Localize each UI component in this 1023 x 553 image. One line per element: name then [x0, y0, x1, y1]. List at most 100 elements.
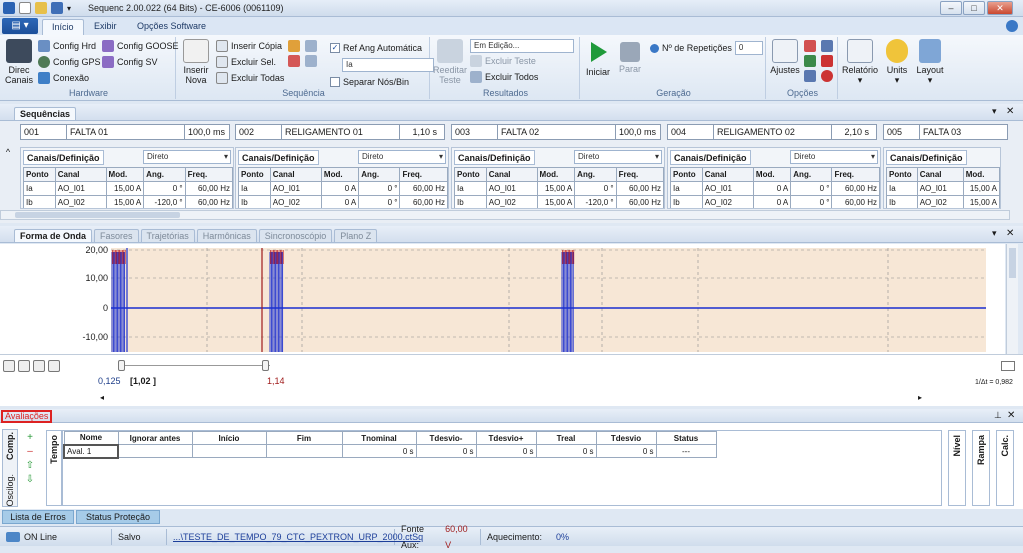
remove-icon[interactable]: – — [24, 445, 36, 459]
aval-cell[interactable] — [191, 444, 267, 458]
move-up-arrow-icon[interactable]: ⇧ — [24, 459, 36, 473]
repeticoes-spinner[interactable]: 0 — [734, 41, 763, 55]
tab-sequencias[interactable]: Sequências — [14, 107, 77, 120]
table-cell[interactable]: 0 A — [320, 181, 360, 196]
aval-cell[interactable]: --- — [655, 444, 717, 458]
sequence-item[interactable]: 003 FALTA 02 100,0 ms — [451, 124, 661, 140]
scroll-thumb[interactable] — [15, 212, 180, 218]
table-cell[interactable]: AO_I01 — [485, 181, 538, 196]
tab-view-3[interactable]: Harmônicas — [196, 229, 257, 242]
excluir-teste-button[interactable]: Excluir Teste — [470, 53, 574, 69]
ref-ang-select[interactable]: Ia — [342, 58, 434, 72]
file-menu-button[interactable]: ▤ ▾ — [2, 18, 38, 34]
tab-exibir[interactable]: Exibir — [85, 19, 126, 35]
tab-canais-definicao[interactable]: Canais/Definição — [670, 149, 751, 165]
table-cell[interactable]: 15,00 A — [536, 195, 576, 208]
relatorio-button[interactable]: Relatório ▾ — [842, 39, 878, 85]
minimize-button[interactable]: – — [940, 1, 962, 15]
sequence-item[interactable]: 005 FALTA 03 — [883, 124, 1008, 140]
pin-icon[interactable]: ⊥ — [994, 410, 1002, 421]
move-down-icon[interactable] — [305, 40, 317, 52]
tab-lista-de-erros[interactable]: Lista de Erros — [2, 510, 74, 524]
tab-comp[interactable]: Comp. — [5, 432, 15, 460]
move-up-icon[interactable] — [288, 40, 300, 52]
excluir-todos-button[interactable]: Excluir Todos — [470, 69, 574, 85]
table-cell[interactable]: Ib — [23, 195, 56, 208]
direc-canais-button[interactable]: Direc Canais — [4, 39, 34, 85]
move-down-arrow-icon[interactable]: ⇩ — [24, 473, 36, 487]
table-cell[interactable]: AO_I01 — [54, 181, 107, 196]
avaliacoes-title[interactable]: Avaliações — [1, 410, 53, 423]
mode-select[interactable]: Direto ▾ — [790, 150, 878, 164]
table-cell[interactable]: 15,00 A — [105, 195, 145, 208]
aval-cell[interactable]: 0 s — [475, 444, 537, 458]
view-dropdown-icon[interactable]: ▾ — [992, 228, 997, 239]
table-cell[interactable]: 60,00 Hz — [399, 195, 448, 208]
panel-dropdown-icon[interactable]: ▾ — [992, 106, 997, 117]
table-cell[interactable]: 60,00 Hz — [184, 195, 233, 208]
table-cell[interactable]: Ia — [238, 181, 271, 196]
status-select[interactable]: Em Edição... — [470, 39, 574, 53]
customize-toolbar-icon[interactable]: ▾ — [67, 4, 71, 13]
add-icon[interactable]: + — [24, 431, 36, 445]
table-cell[interactable]: 0 A — [752, 181, 792, 196]
table-cell[interactable]: Ia — [886, 181, 918, 196]
aval-cell[interactable]: 0 s — [535, 444, 597, 458]
tool-icon[interactable] — [821, 55, 833, 67]
table-cell[interactable]: Ib — [886, 195, 918, 208]
sequence-item[interactable]: 002 RELIGAMENTO 01 1,10 s — [235, 124, 445, 140]
zoom-h-icon[interactable] — [18, 360, 30, 372]
table-cell[interactable]: 0 ° — [358, 195, 401, 208]
cursor-2-handle[interactable] — [262, 360, 269, 371]
table-cell[interactable]: Ia — [670, 181, 703, 196]
tab-view-4[interactable]: Sincronoscópio — [258, 229, 333, 242]
mode-select[interactable]: Direto ▾ — [574, 150, 662, 164]
tab-oscilog[interactable]: Oscilog. — [5, 474, 15, 507]
sequencias-hscrollbar[interactable] — [0, 210, 1010, 220]
avaliacoes-close-icon[interactable]: ✕ — [1007, 410, 1015, 421]
inserir-copia-button[interactable]: Inserir Cópia — [216, 38, 284, 54]
signal-icon[interactable] — [821, 40, 833, 52]
tab-view-0[interactable]: Forma de Onda — [14, 229, 93, 242]
help-icon[interactable] — [1006, 20, 1018, 32]
zoom-fit-icon[interactable] — [3, 360, 15, 372]
view-close-icon[interactable]: ✕ — [1006, 228, 1014, 239]
inserir-nova-button[interactable]: Inserir Nova — [180, 39, 212, 85]
table-cell[interactable]: AO_I02 — [54, 195, 107, 208]
table-cell[interactable]: 0 ° — [790, 181, 833, 196]
ref-ang-checkbox[interactable]: ✓ Ref Ang Automática — [330, 40, 434, 56]
table-cell[interactable]: Ib — [454, 195, 487, 208]
vscroll-thumb[interactable] — [1009, 248, 1016, 278]
waveform-vscrollbar[interactable] — [1006, 244, 1018, 354]
table-cell[interactable]: -120,0 ° — [143, 195, 186, 208]
table-cell[interactable]: AO_I02 — [269, 195, 322, 208]
table-cell[interactable]: 60,00 Hz — [615, 195, 664, 208]
table-cell[interactable]: AO_I02 — [485, 195, 538, 208]
table-cell[interactable]: AO_I01 — [916, 181, 964, 196]
excluir-todas-button[interactable]: Excluir Todas — [216, 70, 284, 86]
table-cell[interactable]: 60,00 Hz — [831, 195, 880, 208]
conexao-button[interactable]: Conexão — [38, 70, 101, 86]
table-cell[interactable]: AO_I02 — [701, 195, 754, 208]
table-cell[interactable]: Ib — [238, 195, 271, 208]
tab-status-protecao[interactable]: Status Proteção — [76, 510, 160, 524]
ajustes-button[interactable]: Ajustes — [770, 39, 800, 75]
config-hrd-button[interactable]: Config Hrd — [38, 38, 101, 54]
scroll-left-icon[interactable]: ◂ — [100, 393, 104, 402]
scroll-up-icon[interactable]: ^ — [2, 147, 14, 209]
config-sv-button[interactable]: Config SV — [102, 54, 179, 70]
record-icon[interactable] — [821, 70, 833, 82]
table-cell[interactable]: 60,00 Hz — [615, 181, 664, 196]
tab-canais-definicao[interactable]: Canais/Definição — [454, 149, 535, 165]
new-file-icon[interactable] — [19, 2, 31, 14]
config-goose-button[interactable]: Config GOOSE — [102, 38, 179, 54]
table-cell[interactable]: 15,00 A — [962, 195, 1000, 208]
export-icon[interactable] — [305, 55, 317, 67]
tab-inicio[interactable]: Início — [42, 19, 84, 35]
table-cell[interactable]: 0 ° — [574, 181, 617, 196]
tab-view-2[interactable]: Trajetórias — [140, 229, 195, 242]
tab-canais-definicao[interactable]: Canais/Definição — [238, 149, 319, 165]
tab-view-1[interactable]: Fasores — [94, 229, 139, 242]
import-icon[interactable] — [288, 55, 300, 67]
table-cell[interactable]: 0 ° — [358, 181, 401, 196]
